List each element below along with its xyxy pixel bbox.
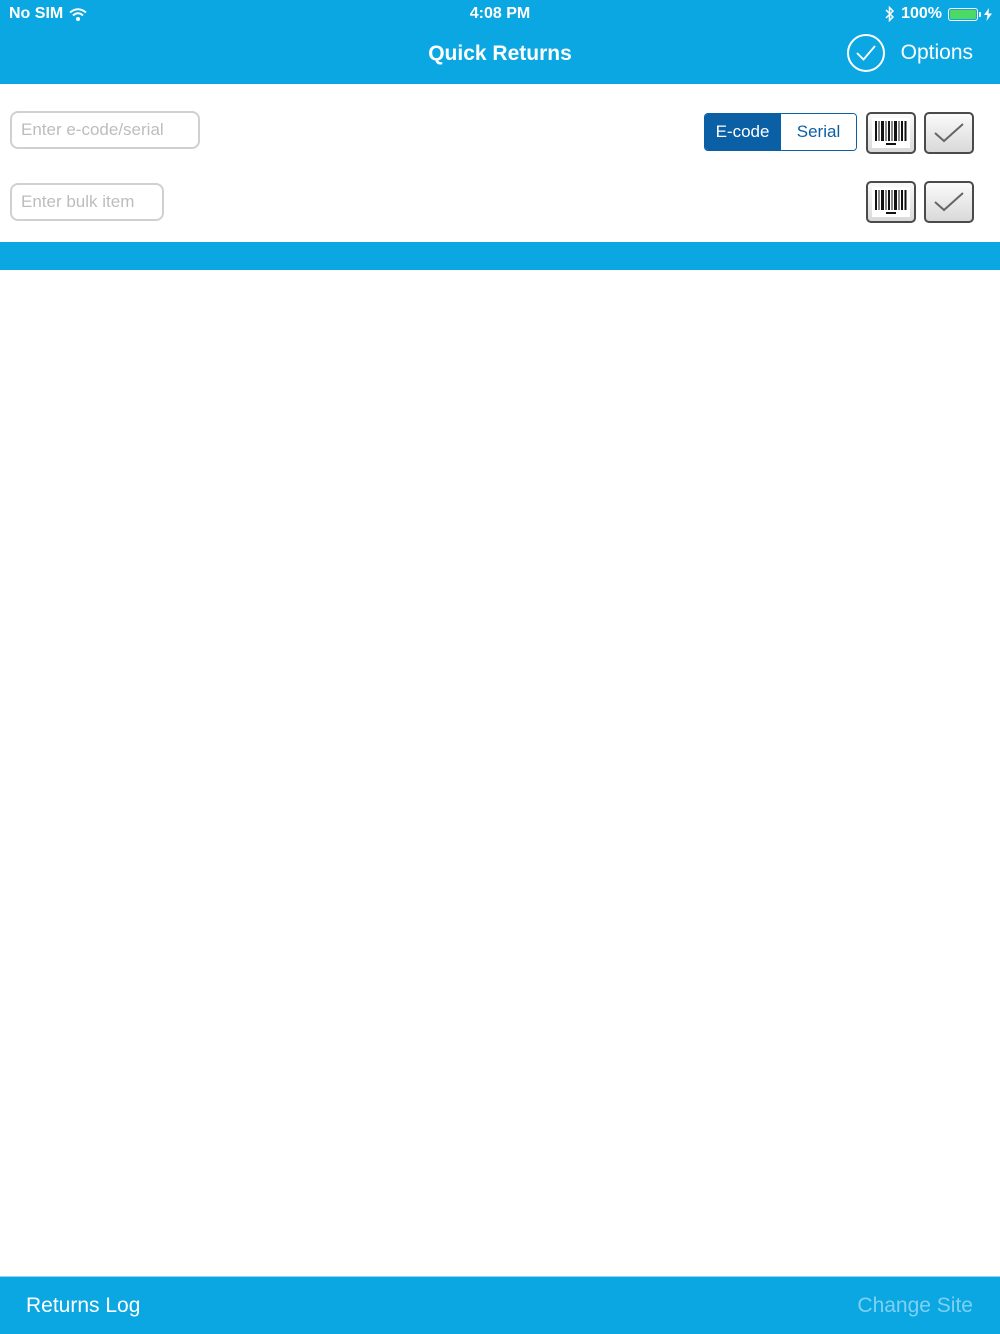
checkmark-icon bbox=[934, 123, 964, 143]
scan-ecode-button[interactable] bbox=[866, 112, 916, 154]
top-bar: No SIM 4:08 PM 100% Quick Returns Option… bbox=[0, 0, 1000, 84]
returns-log-button[interactable]: Returns Log bbox=[26, 1294, 140, 1318]
submit-bulk-button[interactable] bbox=[924, 181, 974, 223]
bottom-toolbar: Returns Log Change Site bbox=[0, 1276, 1000, 1334]
submit-ecode-button[interactable] bbox=[924, 112, 974, 154]
charging-icon bbox=[984, 7, 992, 21]
change-site-button[interactable]: Change Site bbox=[857, 1294, 973, 1318]
bluetooth-icon bbox=[885, 6, 895, 22]
segment-serial[interactable]: Serial bbox=[780, 114, 856, 150]
barcode-icon bbox=[872, 118, 910, 148]
status-right: 100% bbox=[885, 5, 992, 23]
battery-percent: 100% bbox=[901, 5, 942, 22]
status-time: 4:08 PM bbox=[469, 5, 531, 22]
scan-bulk-button[interactable] bbox=[866, 181, 916, 223]
status-bar: No SIM 4:08 PM 100% bbox=[0, 0, 1000, 28]
section-divider bbox=[0, 242, 1000, 270]
checkmark-icon bbox=[934, 192, 964, 212]
options-button[interactable]: Options bbox=[846, 34, 973, 72]
check-circle-icon[interactable] bbox=[846, 34, 885, 72]
bulk-item-input[interactable] bbox=[10, 183, 164, 221]
code-type-segmented-control[interactable]: E-code Serial bbox=[704, 113, 857, 151]
segment-ecode[interactable]: E-code bbox=[705, 114, 780, 150]
battery-icon bbox=[948, 7, 981, 21]
ecode-serial-input[interactable] bbox=[10, 111, 200, 149]
barcode-icon bbox=[872, 187, 910, 217]
options-label[interactable]: Options bbox=[901, 41, 973, 65]
